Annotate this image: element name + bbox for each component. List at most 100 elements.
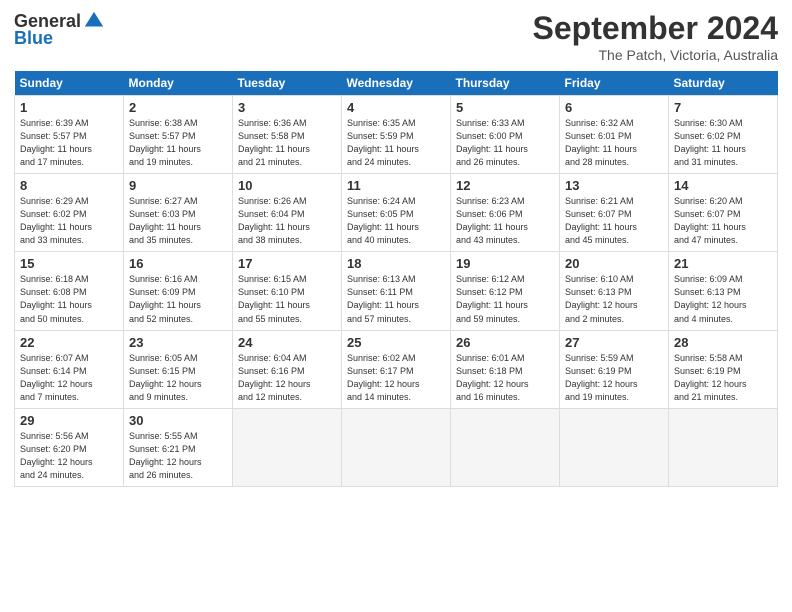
- day-info: Sunrise: 6:30 AM Sunset: 6:02 PM Dayligh…: [674, 117, 772, 169]
- day-info: Sunrise: 6:13 AM Sunset: 6:11 PM Dayligh…: [347, 273, 445, 325]
- calendar-cell: 7Sunrise: 6:30 AM Sunset: 6:02 PM Daylig…: [669, 96, 778, 174]
- day-number: 10: [238, 178, 336, 193]
- day-number: 24: [238, 335, 336, 350]
- calendar-cell: 26Sunrise: 6:01 AM Sunset: 6:18 PM Dayli…: [451, 330, 560, 408]
- calendar-cell: 19Sunrise: 6:12 AM Sunset: 6:12 PM Dayli…: [451, 252, 560, 330]
- day-number: 25: [347, 335, 445, 350]
- month-title: September 2024: [533, 10, 778, 47]
- day-info: Sunrise: 6:38 AM Sunset: 5:57 PM Dayligh…: [129, 117, 227, 169]
- day-number: 8: [20, 178, 118, 193]
- calendar-cell: 6 Sunrise: 6:32 AM Sunset: 6:01 PM Daylig…: [560, 96, 669, 174]
- day-header-sunday: Sunday: [15, 71, 124, 96]
- calendar-cell: 25Sunrise: 6:02 AM Sunset: 6:17 PM Dayli…: [342, 330, 451, 408]
- day-number: 6: [565, 100, 663, 115]
- week-row-0: 1Sunrise: 6:39 AM Sunset: 5:57 PM Daylig…: [15, 96, 778, 174]
- day-number: 21: [674, 256, 772, 271]
- day-number: 19: [456, 256, 554, 271]
- title-area: September 2024 The Patch, Victoria, Aust…: [533, 10, 778, 63]
- calendar-cell: 20Sunrise: 6:10 AM Sunset: 6:13 PM Dayli…: [560, 252, 669, 330]
- calendar-cell: 17Sunrise: 6:15 AM Sunset: 6:10 PM Dayli…: [233, 252, 342, 330]
- day-number: 13: [565, 178, 663, 193]
- calendar-cell: [669, 408, 778, 486]
- day-number: 27: [565, 335, 663, 350]
- calendar-cell: 16 Sunrise: 6:16 AM Sunset: 6:09 PM Dayli…: [124, 252, 233, 330]
- day-info: Sunrise: 6:05 AM Sunset: 6:15 PM Dayligh…: [129, 352, 227, 404]
- calendar-cell: 1Sunrise: 6:39 AM Sunset: 5:57 PM Daylig…: [15, 96, 124, 174]
- calendar-cell: 15Sunrise: 6:18 AM Sunset: 6:08 PM Dayli…: [15, 252, 124, 330]
- calendar-container: General Blue September 2024 The Patch, V…: [0, 0, 792, 497]
- day-number: 1: [20, 100, 118, 115]
- location-subtitle: The Patch, Victoria, Australia: [533, 47, 778, 63]
- day-number: 2: [129, 100, 227, 115]
- calendar-cell: 5 Sunrise: 6:33 AM Sunset: 6:00 PM Daylig…: [451, 96, 560, 174]
- week-row-1: 8 Sunrise: 6:29 AM Sunset: 6:02 PM Daylig…: [15, 174, 778, 252]
- calendar-cell: 23 Sunrise: 6:05 AM Sunset: 6:15 PM Dayli…: [124, 330, 233, 408]
- week-row-2: 15Sunrise: 6:18 AM Sunset: 6:08 PM Dayli…: [15, 252, 778, 330]
- calendar-cell: [560, 408, 669, 486]
- week-row-3: 22 Sunrise: 6:07 AM Sunset: 6:14 PM Dayli…: [15, 330, 778, 408]
- day-info: Sunrise: 6:15 AM Sunset: 6:10 PM Dayligh…: [238, 273, 336, 325]
- logo: General Blue: [14, 10, 105, 49]
- day-info: Sunrise: 6:26 AM Sunset: 6:04 PM Dayligh…: [238, 195, 336, 247]
- calendar-cell: 3Sunrise: 6:36 AM Sunset: 5:58 PM Daylig…: [233, 96, 342, 174]
- day-info: Sunrise: 5:59 AM Sunset: 6:19 PM Dayligh…: [565, 352, 663, 404]
- calendar-cell: 27 Sunrise: 5:59 AM Sunset: 6:19 PM Dayli…: [560, 330, 669, 408]
- day-number: 23: [129, 335, 227, 350]
- calendar-cell: 24 Sunrise: 6:04 AM Sunset: 6:16 PM Dayli…: [233, 330, 342, 408]
- calendar-cell: 12 Sunrise: 6:23 AM Sunset: 6:06 PM Dayli…: [451, 174, 560, 252]
- day-info: Sunrise: 6:16 AM Sunset: 6:09 PM Dayligh…: [129, 273, 227, 325]
- calendar-cell: 8 Sunrise: 6:29 AM Sunset: 6:02 PM Daylig…: [15, 174, 124, 252]
- day-info: Sunrise: 6:33 AM Sunset: 6:00 PM Dayligh…: [456, 117, 554, 169]
- day-info: Sunrise: 6:36 AM Sunset: 5:58 PM Dayligh…: [238, 117, 336, 169]
- day-info: Sunrise: 6:18 AM Sunset: 6:08 PM Dayligh…: [20, 273, 118, 325]
- day-info: Sunrise: 6:23 AM Sunset: 6:06 PM Dayligh…: [456, 195, 554, 247]
- header: General Blue September 2024 The Patch, V…: [14, 10, 778, 63]
- calendar-cell: 11Sunrise: 6:24 AM Sunset: 6:05 PM Dayli…: [342, 174, 451, 252]
- day-number: 12: [456, 178, 554, 193]
- day-info: Sunrise: 6:29 AM Sunset: 6:02 PM Dayligh…: [20, 195, 118, 247]
- day-info: Sunrise: 6:07 AM Sunset: 6:14 PM Dayligh…: [20, 352, 118, 404]
- calendar-cell: [233, 408, 342, 486]
- day-header-thursday: Thursday: [451, 71, 560, 96]
- day-info: Sunrise: 5:58 AM Sunset: 6:19 PM Dayligh…: [674, 352, 772, 404]
- calendar-cell: 28 Sunrise: 5:58 AM Sunset: 6:19 PM Dayli…: [669, 330, 778, 408]
- calendar-cell: 21 Sunrise: 6:09 AM Sunset: 6:13 PM Dayli…: [669, 252, 778, 330]
- logo-icon: [83, 10, 105, 32]
- day-info: Sunrise: 6:10 AM Sunset: 6:13 PM Dayligh…: [565, 273, 663, 325]
- day-number: 22: [20, 335, 118, 350]
- day-info: Sunrise: 6:21 AM Sunset: 6:07 PM Dayligh…: [565, 195, 663, 247]
- day-header-tuesday: Tuesday: [233, 71, 342, 96]
- calendar-header-row: SundayMondayTuesdayWednesdayThursdayFrid…: [15, 71, 778, 96]
- day-number: 4: [347, 100, 445, 115]
- day-info: Sunrise: 6:32 AM Sunset: 6:01 PM Dayligh…: [565, 117, 663, 169]
- calendar-cell: 22 Sunrise: 6:07 AM Sunset: 6:14 PM Dayli…: [15, 330, 124, 408]
- calendar-cell: 30 Sunrise: 5:55 AM Sunset: 6:21 PM Dayli…: [124, 408, 233, 486]
- day-number: 29: [20, 413, 118, 428]
- day-info: Sunrise: 6:27 AM Sunset: 6:03 PM Dayligh…: [129, 195, 227, 247]
- day-number: 5: [456, 100, 554, 115]
- day-number: 28: [674, 335, 772, 350]
- day-info: Sunrise: 6:20 AM Sunset: 6:07 PM Dayligh…: [674, 195, 772, 247]
- day-header-monday: Monday: [124, 71, 233, 96]
- calendar-cell: 2 Sunrise: 6:38 AM Sunset: 5:57 PM Daylig…: [124, 96, 233, 174]
- day-number: 30: [129, 413, 227, 428]
- day-info: Sunrise: 5:55 AM Sunset: 6:21 PM Dayligh…: [129, 430, 227, 482]
- day-info: Sunrise: 5:56 AM Sunset: 6:20 PM Dayligh…: [20, 430, 118, 482]
- day-info: Sunrise: 6:24 AM Sunset: 6:05 PM Dayligh…: [347, 195, 445, 247]
- day-info: Sunrise: 6:04 AM Sunset: 6:16 PM Dayligh…: [238, 352, 336, 404]
- day-header-wednesday: Wednesday: [342, 71, 451, 96]
- day-number: 14: [674, 178, 772, 193]
- day-header-friday: Friday: [560, 71, 669, 96]
- day-info: Sunrise: 6:09 AM Sunset: 6:13 PM Dayligh…: [674, 273, 772, 325]
- calendar-table: SundayMondayTuesdayWednesdayThursdayFrid…: [14, 71, 778, 487]
- calendar-cell: 4 Sunrise: 6:35 AM Sunset: 5:59 PM Daylig…: [342, 96, 451, 174]
- day-info: Sunrise: 6:01 AM Sunset: 6:18 PM Dayligh…: [456, 352, 554, 404]
- calendar-cell: 13 Sunrise: 6:21 AM Sunset: 6:07 PM Dayli…: [560, 174, 669, 252]
- calendar-cell: 14 Sunrise: 6:20 AM Sunset: 6:07 PM Dayli…: [669, 174, 778, 252]
- day-header-saturday: Saturday: [669, 71, 778, 96]
- calendar-cell: [342, 408, 451, 486]
- calendar-cell: [451, 408, 560, 486]
- day-number: 16: [129, 256, 227, 271]
- day-info: Sunrise: 6:35 AM Sunset: 5:59 PM Dayligh…: [347, 117, 445, 169]
- calendar-cell: 18Sunrise: 6:13 AM Sunset: 6:11 PM Dayli…: [342, 252, 451, 330]
